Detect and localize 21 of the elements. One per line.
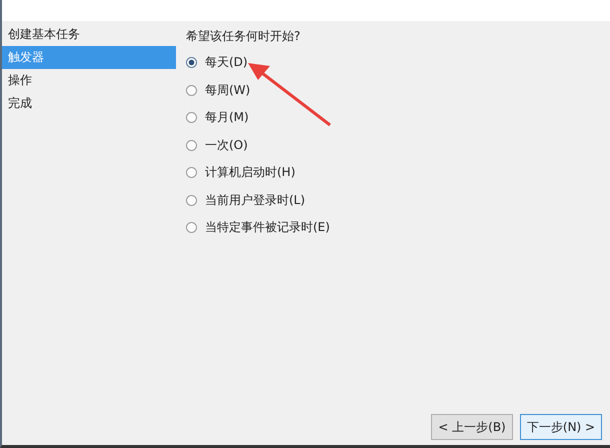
- radio-button[interactable]: [186, 140, 197, 151]
- option-label: 一次(O): [205, 136, 248, 154]
- option-label: 当特定事件被记录时(E): [205, 219, 330, 236]
- sidebar-item[interactable]: 创建基本任务: [2, 23, 176, 46]
- wizard-button[interactable]: < 上一步(B): [431, 414, 513, 440]
- sidebar-item[interactable]: 完成: [2, 92, 176, 115]
- radio-button[interactable]: [186, 167, 197, 178]
- question-text: 希望该任务何时开始?: [186, 28, 302, 45]
- sidebar-item[interactable]: 操作: [2, 69, 176, 92]
- option-label: 计算机启动时(H): [205, 164, 296, 182]
- radio-button[interactable]: [186, 112, 197, 124]
- annotation-arrow-icon: [248, 63, 331, 126]
- option-label: 每周(W): [205, 82, 250, 99]
- radio-button[interactable]: [186, 57, 197, 68]
- option-label: 每月(M): [205, 109, 249, 126]
- radio-button[interactable]: [186, 84, 197, 96]
- radio-button[interactable]: [186, 222, 197, 234]
- wizard-button[interactable]: 下一步(N) >: [520, 414, 602, 440]
- radio-button[interactable]: [186, 194, 197, 206]
- option-label: 当前用户登录时(L): [205, 192, 306, 209]
- option-label: 每天(D): [205, 54, 248, 72]
